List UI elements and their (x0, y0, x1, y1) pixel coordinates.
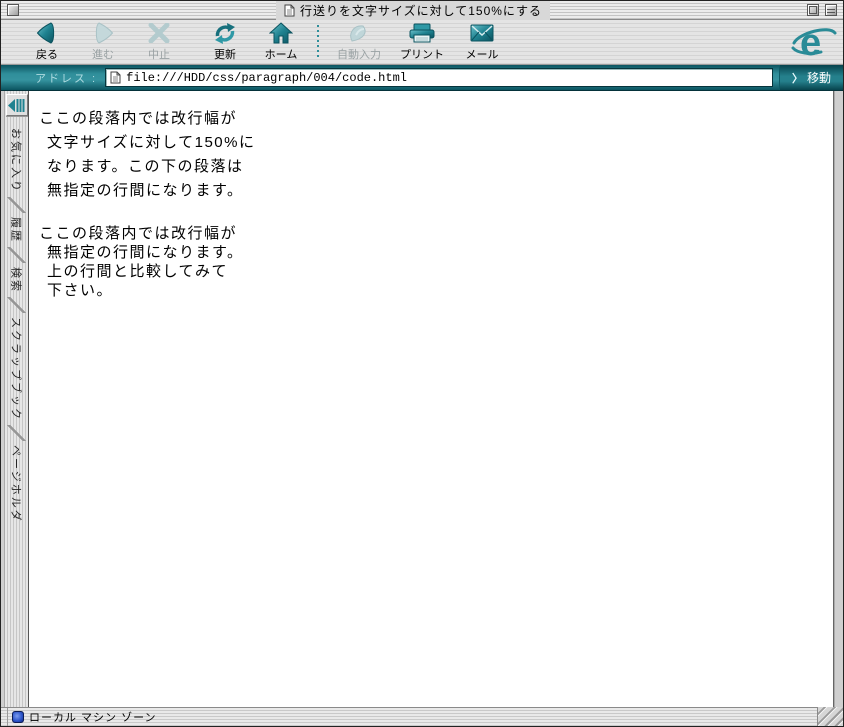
toolbar-separator (317, 25, 319, 59)
sidebar-tab-scrapbook[interactable]: スクラップブック (9, 313, 25, 425)
main-area: お気に入り 履歴 検索 スクラップブック ページホルダ ここの段落内では改行幅が… (1, 91, 843, 707)
content-line: 下さい。 (47, 282, 114, 299)
back-button[interactable]: 戻る (19, 21, 75, 62)
sidebar-tab-separator (6, 297, 27, 313)
refresh-label: 更新 (214, 49, 236, 61)
status-divider (7, 708, 8, 726)
sidebar-tab-search[interactable]: 検索 (9, 263, 25, 297)
toolbar: 戻る 進む 中止 更新 ホーム 自動入力 プリント メール e (1, 20, 843, 65)
page-content: ここの段落内では改行幅が 文字サイズに対して150%に なります。この下の段落は… (29, 91, 834, 707)
internet-explorer-logo: e (791, 21, 837, 63)
collapse-sidebar-icon (8, 98, 25, 112)
content-line: 上の行間と比較してみて (47, 263, 229, 280)
browser-window: 行送りを文字サイズに対して150%にする 戻る 進む 中止 更新 ホーム 自動入… (0, 0, 844, 727)
paragraph-line-height-150: ここの段落内では改行幅が 文字サイズに対して150%に なります。この下の段落は… (39, 107, 823, 203)
stop-label: 中止 (148, 49, 170, 61)
content-line: 無指定の行間になります。 (47, 182, 244, 199)
paragraph-line-height-default: ここの段落内では改行幅が 無指定の行間になります。 上の行間と比較してみて 下さ… (39, 224, 823, 300)
sidebar-tab-history[interactable]: 履歴 (9, 213, 25, 247)
zoom-window-button[interactable] (807, 4, 819, 16)
content-line: 無指定の行間になります。 (47, 244, 244, 261)
url-document-icon (110, 71, 121, 84)
window-resize-grip[interactable] (817, 707, 843, 726)
address-url: file:///HDD/css/paragraph/004/code.html (126, 70, 407, 85)
window-frame-right (834, 91, 843, 707)
autofill-label: 自動入力 (337, 49, 381, 61)
page-document-icon (284, 4, 295, 17)
forward-label: 進む (92, 49, 114, 61)
autofill-icon (347, 21, 371, 45)
stop-button: 中止 (131, 21, 187, 62)
address-input[interactable]: file:///HDD/css/paragraph/004/code.html (105, 68, 773, 87)
go-button[interactable]: 〉 移動 (779, 65, 843, 90)
address-label: アドレス : (35, 72, 98, 85)
home-label: ホーム (264, 49, 298, 61)
refresh-icon (213, 21, 237, 45)
sidebar-tab-pageholder[interactable]: ページホルダ (9, 441, 25, 527)
forward-icon (91, 21, 115, 45)
content-line: ここの段落内では改行幅が (39, 110, 238, 127)
content-line: ここの段落内では改行幅が (39, 225, 238, 242)
content-line: 文字サイズに対して150%に (47, 134, 256, 151)
svg-text:e: e (800, 22, 821, 63)
window-title: 行送りを文字サイズに対して150%にする (299, 3, 543, 18)
forward-button: 進む (75, 21, 131, 62)
mail-button[interactable]: メール (453, 21, 511, 62)
security-zone-icon (12, 711, 24, 723)
home-button[interactable]: ホーム (253, 21, 309, 62)
back-icon (35, 21, 59, 45)
autofill-button: 自動入力 (327, 21, 391, 62)
mail-label: メール (465, 49, 499, 61)
sidebar: お気に入り 履歴 検索 スクラップブック ページホルダ (5, 91, 29, 707)
address-bar: アドレス : file:///HDD/css/paragraph/004/cod… (1, 65, 843, 91)
go-chevron-icon: 〉 (791, 72, 803, 85)
print-label: プリント (400, 49, 444, 61)
content-line: なります。この下の段落は (47, 158, 244, 175)
title-bar[interactable]: 行送りを文字サイズに対して150%にする (1, 1, 843, 20)
collapse-window-button[interactable] (825, 4, 837, 16)
print-button[interactable]: プリント (391, 21, 453, 62)
back-label: 戻る (36, 49, 58, 61)
sidebar-tab-favorites[interactable]: お気に入り (9, 124, 25, 197)
title-bar-center: 行送りを文字サイズに対して150%にする (25, 1, 801, 20)
stop-icon (148, 21, 170, 45)
sidebar-tab-separator (6, 197, 27, 213)
close-window-button[interactable] (7, 4, 19, 16)
print-icon (409, 21, 435, 45)
refresh-button[interactable]: 更新 (197, 21, 253, 62)
sidebar-tab-separator (6, 247, 27, 263)
status-bar: ローカル マシン ゾーン (1, 707, 843, 726)
go-label: 移動 (806, 71, 831, 85)
status-text: ローカル マシン ゾーン (29, 712, 157, 724)
sidebar-tab-separator (6, 425, 27, 441)
collapse-sidebar-button[interactable] (5, 94, 28, 116)
mail-icon (470, 21, 494, 45)
home-icon (269, 21, 293, 45)
